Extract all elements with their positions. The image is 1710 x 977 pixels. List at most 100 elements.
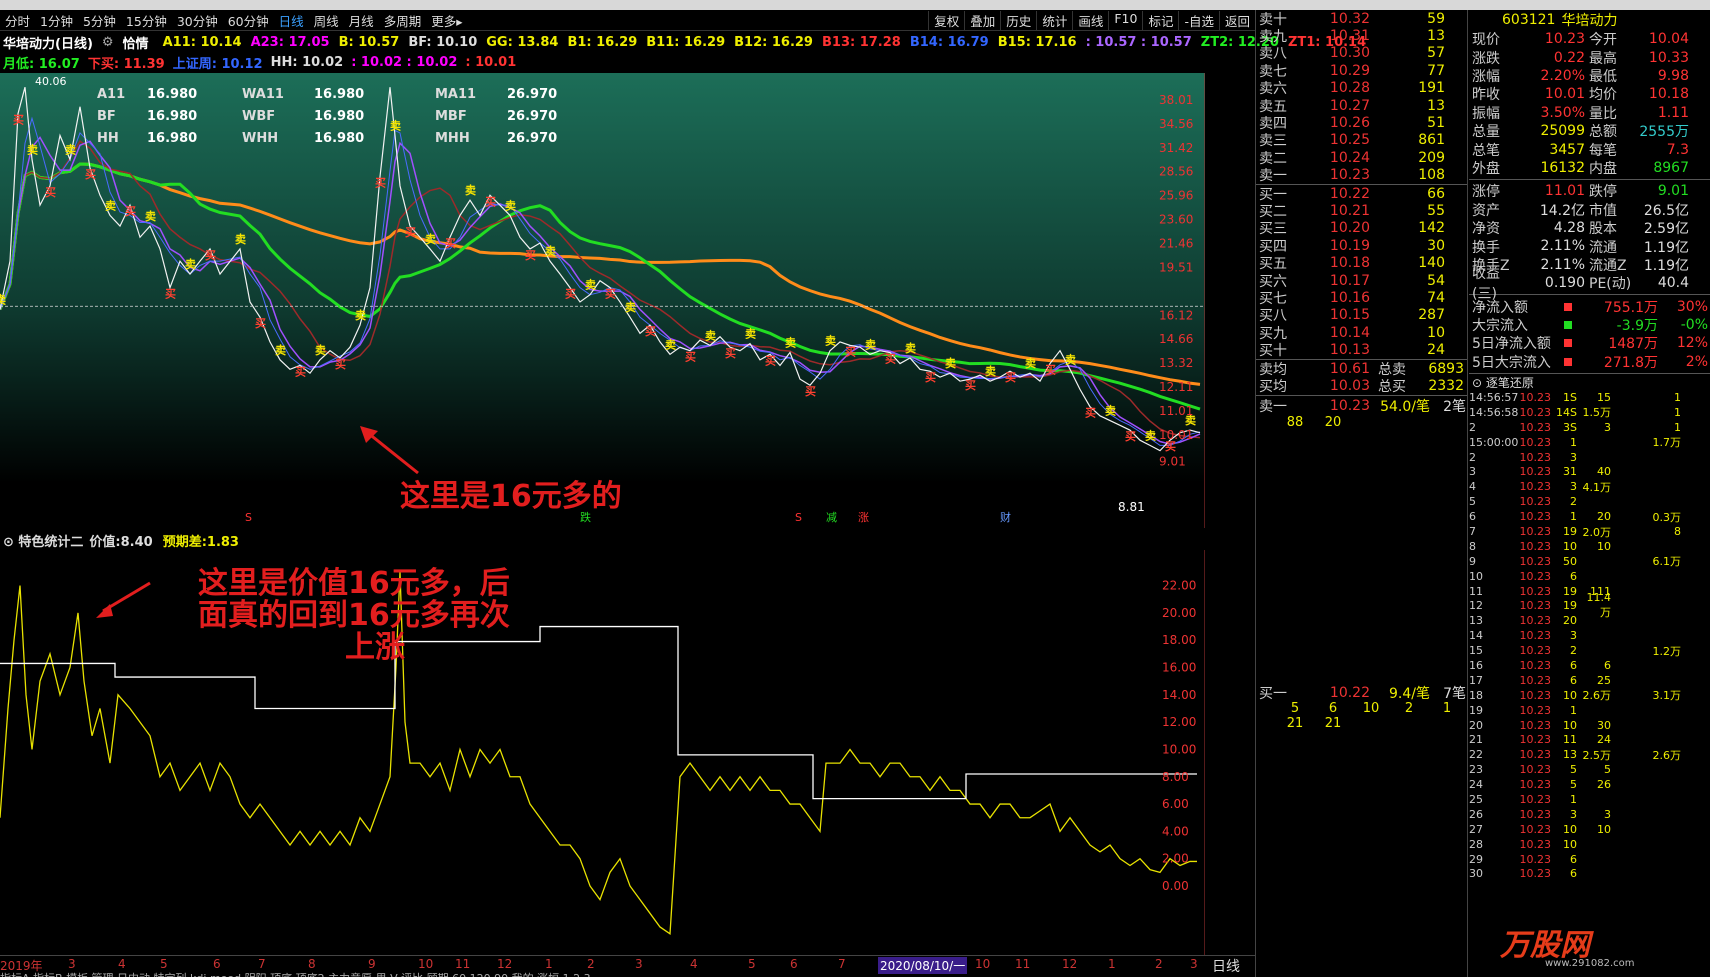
buy-row[interactable]: 买一 10.22 66	[1256, 185, 1467, 203]
sell-row[interactable]: 卖六 10.28 191	[1256, 80, 1467, 97]
indicator-value: A11: 10.14	[162, 34, 242, 50]
svg-text:卖: 卖	[315, 343, 326, 357]
toolbar-action-3[interactable]: 统计	[1036, 10, 1072, 30]
overlay-key: WBF	[242, 109, 275, 124]
buy-row[interactable]: 买十 10.13 24	[1256, 341, 1467, 359]
sub-indicator-chart[interactable]: 22.00 20.00 18.00 16.00 14.00 12.00 10.00 8.00 6…	[0, 550, 1205, 955]
toolbar-action-1[interactable]: 叠加	[964, 10, 1000, 30]
quote-stat2-row: 涨停 11.01 跌停 9.01	[1472, 183, 1689, 201]
svg-text:卖: 卖	[1145, 428, 1156, 442]
main-kline-chart[interactable]: 卖买卖买卖买卖买卖买卖买卖买卖买卖买卖买卖买卖 买卖买 卖买 卖买卖买卖买卖买卖买卖买…	[0, 73, 1205, 528]
event-marker[interactable]: 财	[1000, 510, 1011, 524]
period-tab-1[interactable]: 1分钟	[35, 11, 78, 30]
toolbar-action-6[interactable]: 标记	[1142, 10, 1178, 30]
svg-text:买: 买	[805, 385, 816, 398]
svg-text:卖: 卖	[665, 337, 676, 351]
toolbar-action-2[interactable]: 历史	[1000, 10, 1036, 30]
period-tab-4[interactable]: 30分钟	[172, 11, 223, 30]
tick-row: 18 10.23 10 2.6万 3.1万	[1469, 688, 1681, 703]
svg-text:买: 买	[205, 249, 216, 262]
period-tab-2[interactable]: 5分钟	[78, 11, 121, 30]
price-axis-label: 25.96	[1159, 189, 1193, 203]
buy-row[interactable]: 买三 10.20 142	[1256, 220, 1467, 237]
indicator-value-2: 上证周: 10.12	[172, 56, 263, 72]
svg-text:买: 买	[335, 358, 346, 371]
period-tab-10[interactable]: 更多▸	[426, 11, 467, 30]
svg-text:买: 买	[765, 354, 776, 367]
watermark-url: www.291082.com	[1545, 958, 1635, 969]
period-tab-7[interactable]: 周线	[309, 11, 344, 30]
sub-step-line	[0, 625, 1197, 800]
svg-text:买: 买	[965, 379, 976, 392]
buy-row[interactable]: 买二 10.21 55	[1256, 202, 1467, 220]
quote-stat2-row: 换手 2.11% 流通 1.19亿	[1472, 238, 1689, 256]
time-label: 4	[690, 957, 698, 971]
period-tab-5[interactable]: 60分钟	[223, 11, 274, 30]
event-marker[interactable]: S	[245, 511, 252, 524]
svg-text:卖: 卖	[945, 356, 956, 370]
toolbar-action-5[interactable]: F10	[1108, 10, 1142, 30]
sell-row[interactable]: 卖二 10.24 209	[1256, 149, 1467, 167]
period-tab-3[interactable]: 15分钟	[121, 11, 172, 30]
event-marker[interactable]: S	[795, 511, 802, 524]
svg-text:买: 买	[375, 177, 386, 190]
tick-row: 26 10.23 3 3	[1469, 807, 1611, 821]
price-axis-label: 13.32	[1159, 356, 1193, 370]
svg-text:买: 买	[125, 205, 136, 218]
period-label[interactable]: 日线	[1212, 956, 1240, 976]
toolbar-action-7[interactable]: -自选	[1178, 10, 1219, 30]
svg-text:买: 买	[1045, 364, 1056, 377]
period-tab-8[interactable]: 月线	[344, 11, 379, 30]
buy-row[interactable]: 买九 10.14 10	[1256, 324, 1467, 342]
sell-row[interactable]: 卖三 10.25 861	[1256, 132, 1467, 149]
toolbar-action-0[interactable]: 复权	[928, 10, 964, 30]
period-tab-0[interactable]: 分时	[0, 11, 35, 30]
svg-text:卖: 卖	[1105, 404, 1116, 418]
buy-row[interactable]: 买五 10.18 140	[1256, 254, 1467, 272]
svg-text:买: 买	[685, 351, 696, 364]
tick-header: ⊙ 逐笔还原	[1469, 374, 1710, 390]
tick-row: 2 10.23 3	[1469, 450, 1577, 464]
event-marker[interactable]: 减	[826, 511, 837, 524]
sell-row[interactable]: 卖七 10.29 77	[1256, 62, 1467, 80]
overlay-value: 26.970	[507, 131, 557, 146]
buy-row[interactable]: 买六 10.17 54	[1256, 272, 1467, 290]
overlay-key: A11	[97, 87, 125, 102]
tick-row: 14:56:58 10.23 14S 1.5万 1	[1469, 405, 1681, 420]
sell-row[interactable]: 卖四 10.26 51	[1256, 114, 1467, 132]
tick-row: 15:00:00 10.23 1 1.7万	[1469, 435, 1681, 450]
period-tab-9[interactable]: 多周期	[379, 11, 427, 30]
low-price-label: 8.81	[1118, 500, 1145, 514]
tick-row: 6 10.23 1 20 0.3万	[1469, 510, 1681, 524]
sell-row[interactable]: 卖五 10.27 13	[1256, 97, 1467, 115]
indicator-value: B13: 17.28	[821, 34, 901, 50]
period-tab-6[interactable]: 日线	[274, 11, 309, 30]
sub-title[interactable]: ⊙ 特色统计二	[3, 531, 83, 550]
svg-text:卖: 卖	[505, 198, 516, 212]
toolbar-action-4[interactable]: 画线	[1072, 10, 1108, 30]
quote-stat-row: 总笔 3457 每笔 7.3	[1472, 141, 1689, 159]
svg-text:卖: 卖	[585, 278, 596, 292]
price-axis-label: 21.46	[1159, 236, 1193, 250]
buy-row[interactable]: 买四 10.19 30	[1256, 237, 1467, 255]
quote-stat-row: 昨收 10.01 均价 10.18	[1472, 86, 1689, 104]
sell-row[interactable]: 卖九 10.31 13	[1256, 27, 1467, 45]
formula-name[interactable]: 恰情	[123, 33, 149, 52]
toolbar-action-8[interactable]: 返回	[1218, 10, 1255, 30]
buy-row[interactable]: 买八 10.15 287	[1256, 307, 1467, 324]
svg-text:买: 买	[525, 249, 536, 262]
indicator-tabs[interactable]: 指标A 指标B 模板 管理 日内动 特定列 kdj mood 阴阳 顶底 顶底2…	[0, 970, 1200, 977]
event-marker[interactable]: 涨	[858, 511, 869, 524]
tick-row: 4 10.23 3 4.1万	[1469, 480, 1611, 494]
gear-icon[interactable]: ⚙	[102, 35, 114, 50]
sell-row[interactable]: 卖十 10.32 59	[1256, 10, 1467, 28]
quote-stat-row: 涨幅 2.20% 最低 9.98	[1472, 67, 1689, 85]
title-menu-bar	[0, 0, 1710, 10]
buy-book: 买一 10.22 66 买二 10.21 55 买三 10.20 142 买四 10.19 30 买五 1…	[1256, 185, 1467, 360]
svg-text:卖: 卖	[27, 142, 38, 156]
indicator-value: BF: 10.10	[408, 34, 478, 50]
sell-row[interactable]: 卖八 10.30 57	[1256, 45, 1467, 62]
time-label: 12	[497, 957, 513, 971]
buy-row[interactable]: 买七 10.16 74	[1256, 289, 1467, 307]
sell-row[interactable]: 卖一 10.23 108	[1256, 167, 1467, 184]
